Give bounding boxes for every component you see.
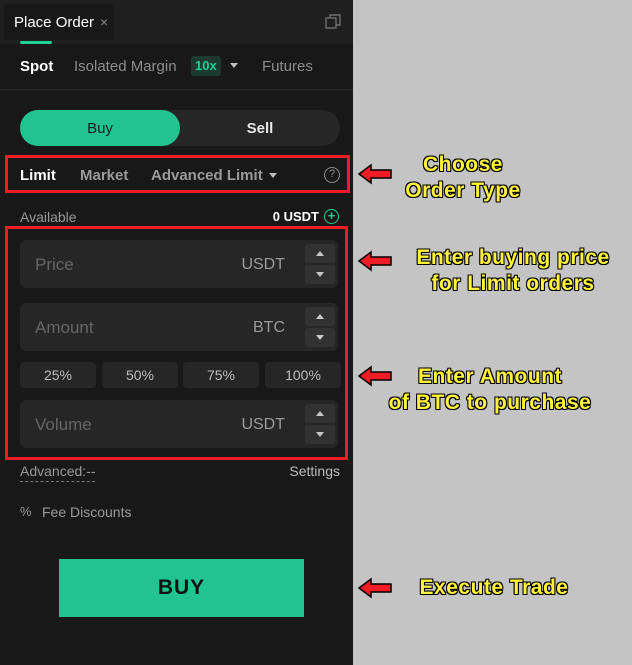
- annotation-price: Enter buying price for Limit orders: [396, 245, 630, 297]
- decrement-button[interactable]: [305, 265, 335, 284]
- sell-side-button[interactable]: Sell: [180, 110, 340, 146]
- available-balance: 0 USDT: [272, 209, 319, 224]
- caret-down-icon: [316, 272, 324, 277]
- available-label: Available: [20, 209, 77, 225]
- percent-25-button[interactable]: 25%: [20, 362, 96, 388]
- caret-down-icon: [316, 335, 324, 340]
- price-field[interactable]: Price USDT: [20, 240, 338, 288]
- amount-placeholder: Amount: [35, 318, 94, 337]
- tab-isolated-margin[interactable]: Isolated Margin: [74, 58, 177, 75]
- percent-50-button[interactable]: 50%: [102, 362, 178, 388]
- annotation-line: for Limit orders: [431, 272, 595, 295]
- increment-button[interactable]: [305, 244, 335, 263]
- volume-placeholder: Volume: [35, 415, 92, 434]
- amount-field[interactable]: Amount BTC: [20, 303, 338, 351]
- caret-down-icon: [316, 432, 324, 437]
- panel-header: Place Order ×: [0, 0, 353, 44]
- leverage-badge[interactable]: 10x: [191, 56, 221, 76]
- order-type-tabs: Limit Market Advanced Limit ?: [5, 155, 350, 193]
- price-stepper: [305, 244, 335, 284]
- increment-button[interactable]: [305, 307, 335, 326]
- volume-field[interactable]: Volume USDT: [20, 400, 338, 448]
- tab-place-order[interactable]: Place Order ×: [4, 4, 115, 40]
- annotation-line: Enter buying price: [416, 246, 610, 269]
- chevron-down-icon[interactable]: [269, 173, 277, 178]
- settings-link[interactable]: Settings: [289, 463, 340, 479]
- annotation-line: Order Type: [405, 179, 521, 202]
- popout-icon[interactable]: [325, 14, 341, 30]
- price-unit: USDT: [241, 256, 285, 273]
- close-icon[interactable]: ×: [100, 14, 108, 30]
- volume-stepper: [305, 404, 335, 444]
- annotation-order-type: Choose Order Type: [388, 152, 538, 204]
- annotation-line: Choose: [422, 153, 503, 176]
- chevron-down-icon[interactable]: [230, 63, 238, 68]
- percent-75-button[interactable]: 75%: [183, 362, 259, 388]
- amount-stepper: [305, 307, 335, 347]
- annotation-line: of BTC to purchase: [388, 391, 592, 414]
- order-type-advanced-limit[interactable]: Advanced Limit: [151, 167, 263, 184]
- red-arrow-icon: [357, 250, 392, 272]
- decrement-button[interactable]: [305, 328, 335, 347]
- buy-side-button[interactable]: Buy: [20, 110, 180, 146]
- buy-submit-button[interactable]: BUY: [59, 559, 304, 617]
- plus-circle-icon[interactable]: +: [324, 209, 339, 224]
- trade-mode-tabs: Spot Isolated Margin Futures: [0, 44, 353, 90]
- order-panel: Place Order × Spot Isolated Margin Futur…: [0, 0, 353, 665]
- price-placeholder: Price: [35, 255, 74, 274]
- decrement-button[interactable]: [305, 425, 335, 444]
- increment-button[interactable]: [305, 404, 335, 423]
- volume-unit: USDT: [241, 416, 285, 433]
- tab-futures[interactable]: Futures: [262, 58, 313, 75]
- help-icon[interactable]: ?: [324, 167, 340, 183]
- amount-unit: BTC: [253, 319, 285, 336]
- percent-icon: %: [20, 504, 32, 519]
- annotation-line: Execute Trade: [419, 576, 569, 599]
- tab-place-order-label: Place Order: [14, 13, 95, 31]
- annotation-line: Enter Amount: [417, 365, 563, 388]
- order-type-limit[interactable]: Limit: [20, 167, 56, 184]
- caret-up-icon: [316, 314, 324, 319]
- red-arrow-icon: [357, 577, 392, 599]
- tab-spot[interactable]: Spot: [20, 58, 53, 75]
- percent-100-button[interactable]: 100%: [265, 362, 341, 388]
- caret-up-icon: [316, 411, 324, 416]
- advanced-options-toggle[interactable]: Advanced:--: [20, 463, 96, 482]
- active-tab-indicator: [20, 41, 52, 44]
- fee-discounts-link[interactable]: Fee Discounts: [42, 504, 131, 520]
- caret-up-icon: [316, 251, 324, 256]
- annotation-amount: Enter Amount of BTC to purchase: [368, 364, 612, 416]
- buy-sell-toggle: Buy Sell: [20, 110, 340, 146]
- order-type-market[interactable]: Market: [80, 167, 128, 184]
- annotation-execute: Execute Trade: [402, 575, 586, 601]
